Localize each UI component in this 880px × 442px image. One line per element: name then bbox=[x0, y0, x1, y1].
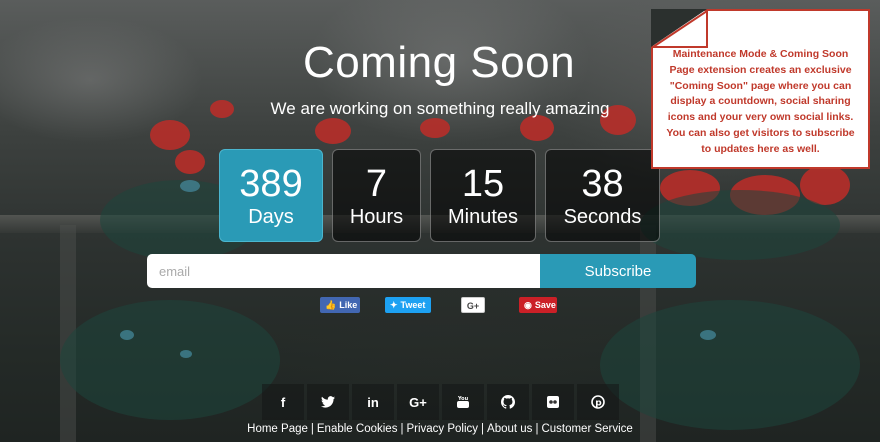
youtube-icon[interactable]: You bbox=[442, 384, 484, 420]
countdown-hours-label: Hours bbox=[349, 206, 404, 228]
countdown-seconds-value: 38 bbox=[581, 163, 624, 205]
email-input[interactable] bbox=[147, 254, 540, 288]
svg-text:You: You bbox=[457, 396, 469, 402]
countdown-minutes-value: 15 bbox=[461, 163, 505, 205]
countdown-seconds: 38 Seconds bbox=[545, 149, 660, 242]
footer-link-about[interactable]: About us bbox=[487, 423, 532, 435]
pinterest-icon[interactable]: p bbox=[577, 384, 619, 420]
countdown-hours-value: 7 bbox=[365, 163, 388, 205]
footer-link-customer-service[interactable]: Customer Service bbox=[541, 423, 632, 435]
countdown-minutes: 15 Minutes bbox=[430, 149, 536, 242]
info-note-text: Maintenance Mode & Coming Soon Page exte… bbox=[666, 48, 855, 155]
subscribe-form: Subscribe bbox=[147, 254, 696, 288]
pinterest-save-button[interactable]: ◉ Save bbox=[519, 297, 557, 313]
google-plus-icon[interactable]: G+ bbox=[397, 384, 439, 420]
twitter-icon: ✦ bbox=[390, 300, 398, 310]
facebook-like-button[interactable]: 👍 Like bbox=[320, 297, 360, 313]
flickr-icon[interactable] bbox=[532, 384, 574, 420]
social-links: f in G+ You p bbox=[262, 384, 619, 420]
footer-link-privacy[interactable]: Privacy Policy bbox=[406, 423, 478, 435]
countdown-hours: 7 Hours bbox=[332, 149, 421, 242]
footer-links: Home Page | Enable Cookies | Privacy Policy |… bbox=[247, 423, 633, 435]
footer-link-home[interactable]: Home Page bbox=[247, 423, 308, 435]
subscribe-button[interactable]: Subscribe bbox=[540, 254, 696, 288]
pinterest-icon: ◉ bbox=[524, 300, 532, 310]
linkedin-icon[interactable]: in bbox=[352, 384, 394, 420]
countdown-minutes-label: Minutes bbox=[447, 206, 519, 228]
twitter-tweet-button[interactable]: ✦ Tweet bbox=[385, 297, 431, 313]
github-icon[interactable] bbox=[487, 384, 529, 420]
note-folded-corner bbox=[651, 9, 708, 48]
google-plus-share-button[interactable]: G+ bbox=[461, 297, 485, 313]
twitter-icon[interactable] bbox=[307, 384, 349, 420]
footer-link-cookies[interactable]: Enable Cookies bbox=[317, 423, 398, 435]
thumbs-up-icon: 👍 bbox=[325, 300, 337, 310]
countdown-days: 389 Days bbox=[219, 149, 323, 242]
countdown-days-label: Days bbox=[248, 206, 294, 228]
countdown-days-value: 389 bbox=[239, 163, 303, 205]
countdown-seconds-label: Seconds bbox=[563, 206, 642, 228]
facebook-icon[interactable]: f bbox=[262, 384, 304, 420]
svg-text:p: p bbox=[595, 399, 602, 409]
